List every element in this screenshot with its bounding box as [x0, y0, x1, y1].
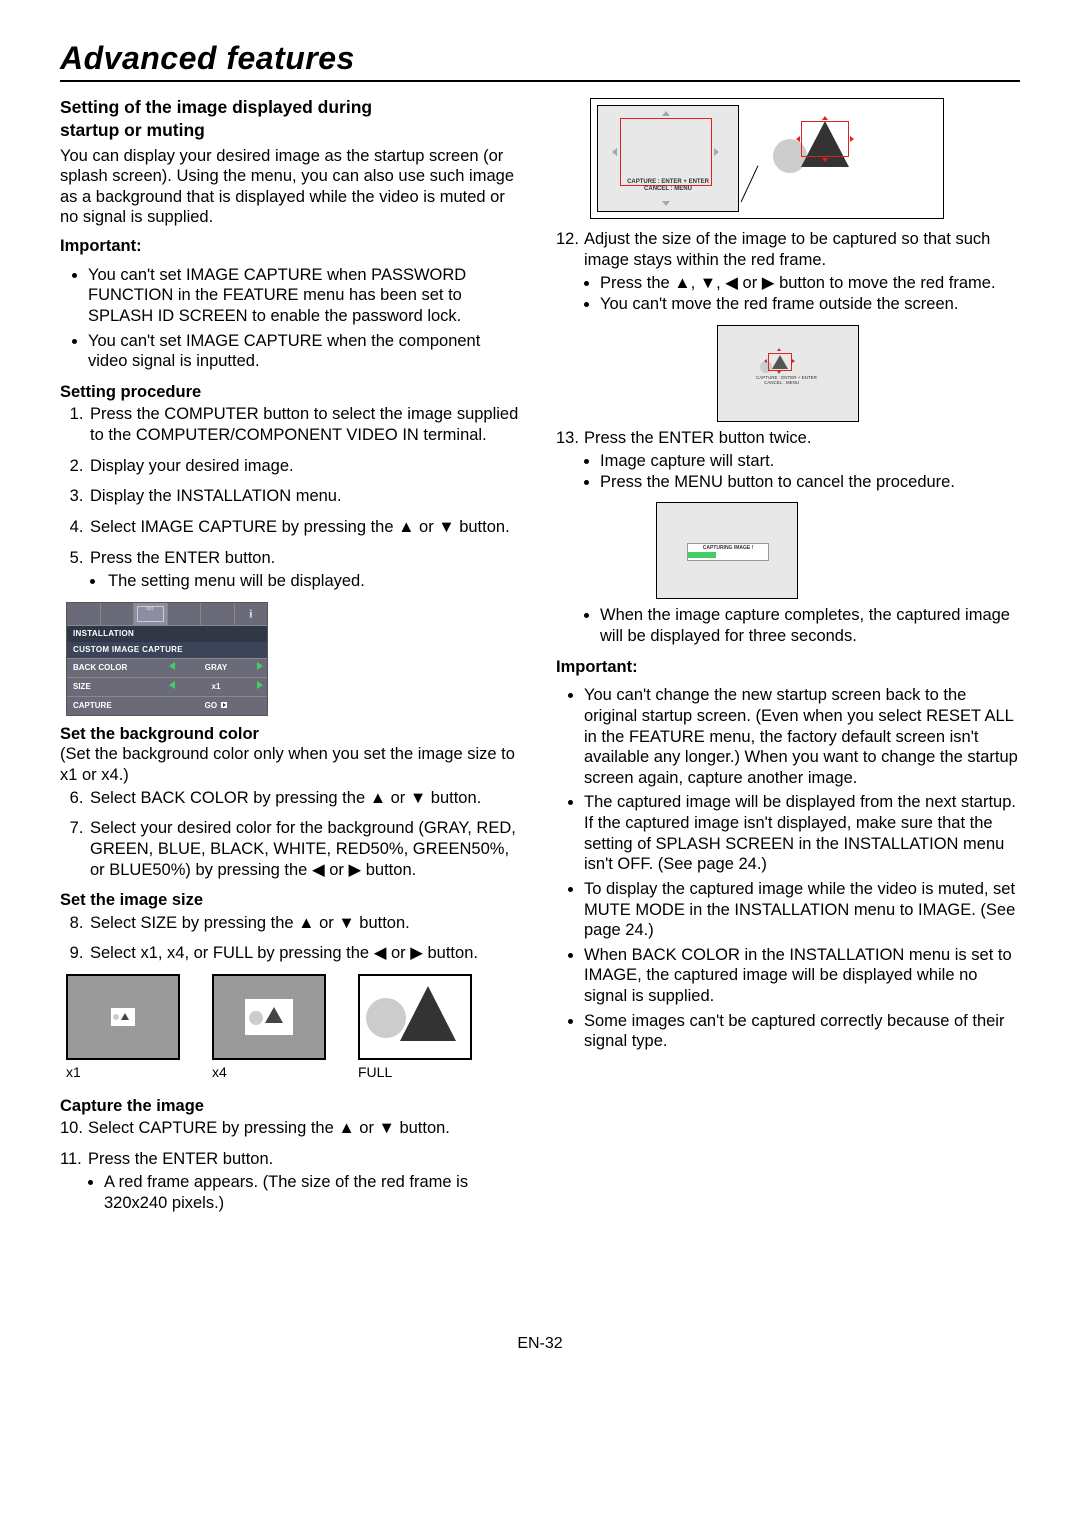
important-label: Important: — [60, 236, 524, 257]
list-item: You can't change the new startup screen … — [584, 685, 1020, 788]
capture-label: Capture the image — [60, 1096, 524, 1117]
list-item: Select your desired color for the backgr… — [88, 818, 524, 880]
list-item: Some images can't be captured correctly … — [584, 1011, 1020, 1052]
list-item: A red frame appears. (The size of the re… — [104, 1172, 524, 1213]
capture-artwork — [771, 111, 901, 206]
list-item: Image capture will start. — [600, 451, 1020, 472]
arrow-down-icon — [662, 201, 670, 206]
page-title: Advanced features — [60, 38, 1020, 78]
menu-row-size: SIZE x1 — [67, 677, 267, 696]
list-item: Press the COMPUTER button to select the … — [88, 404, 524, 445]
menu-icon-row: opt. i — [67, 603, 267, 626]
list-item: The captured image will be displayed fro… — [584, 792, 1020, 875]
size-preview-row: x1 x4 FULL — [66, 974, 524, 1082]
steps-8-9: Select SIZE by pressing the ▲ or ▼ butto… — [60, 913, 524, 964]
set-bg-note: (Set the background color only when you … — [60, 744, 524, 785]
list-item: Press the ▲, ▼, ◀ or ▶ button to move th… — [600, 273, 1020, 294]
list-item: To display the captured image while the … — [584, 879, 1020, 941]
list-item: You can't set IMAGE CAPTURE when the com… — [88, 331, 524, 372]
menu-header: INSTALLATION — [67, 626, 267, 642]
arrow-up-icon — [662, 111, 670, 116]
list-item: When the image capture completes, the ca… — [600, 605, 1020, 646]
menu-icon — [67, 603, 101, 625]
list-item: When BACK COLOR in the INSTALLATION menu… — [584, 945, 1020, 1007]
list-item: Press the MENU button to cancel the proc… — [600, 472, 1020, 493]
left-column: Setting of the image displayed duringsta… — [60, 96, 524, 1224]
arrow-left-icon — [169, 662, 175, 670]
step-12: 12. Adjust the size of the image to be c… — [556, 229, 1020, 315]
title-rule — [60, 80, 1020, 82]
arrow-right-icon — [257, 662, 263, 670]
arrow-left-icon — [612, 148, 617, 156]
list-item: Select IMAGE CAPTURE by pressing the ▲ o… — [88, 517, 524, 538]
steps-10-11: 10.Select CAPTURE by pressing the ▲ or ▼… — [60, 1118, 524, 1214]
arrow-left-icon — [169, 681, 175, 689]
menu-row-capture: CAPTURE GO — [67, 696, 267, 715]
list-item: 12. Adjust the size of the image to be c… — [556, 229, 1020, 315]
list-item: Press the ENTER button. The setting menu… — [88, 548, 524, 592]
steps-6-7: Select BACK COLOR by pressing the ▲ or ▼… — [60, 788, 524, 881]
list-item: 13. Press the ENTER button twice. Image … — [556, 428, 1020, 493]
menu-subheader: CUSTOM IMAGE CAPTURE — [67, 642, 267, 658]
size-figure-x4: x4 — [212, 974, 326, 1082]
step13-after: When the image capture completes, the ca… — [556, 605, 1020, 646]
installation-menu-figure: opt. i INSTALLATION CUSTOM IMAGE CAPTURE… — [66, 602, 268, 716]
list-item: Select BACK COLOR by pressing the ▲ or ▼… — [88, 788, 524, 809]
setting-procedure-label: Setting procedure — [60, 382, 524, 403]
list-item: You can't set IMAGE CAPTURE when PASSWOR… — [88, 265, 524, 327]
list-item: Display your desired image. — [88, 456, 524, 477]
go-icon — [221, 702, 227, 708]
list-item: Select SIZE by pressing the ▲ or ▼ butto… — [88, 913, 524, 934]
size-figure-full: FULL — [358, 974, 472, 1082]
section-heading: Setting of the image displayed duringsta… — [60, 96, 524, 142]
capture-screen: CAPTURE : ENTER + ENTERCANCEL : MENU — [597, 105, 739, 212]
important-list-right: You can't change the new startup screen … — [556, 685, 1020, 1052]
set-size-label: Set the image size — [60, 890, 524, 911]
arrow-right-icon — [714, 148, 719, 156]
menu-icon: i — [235, 603, 268, 625]
capturing-figure: CAPTURING IMAGE ! — [656, 502, 798, 599]
set-bg-label: Set the background color — [60, 724, 524, 745]
important-list: You can't set IMAGE CAPTURE when PASSWOR… — [60, 265, 524, 372]
right-column: CAPTURE : ENTER + ENTERCANCEL : MENU 12.… — [556, 96, 1020, 1224]
menu-icon: opt. — [134, 603, 168, 625]
capture-figure-large: CAPTURE : ENTER + ENTERCANCEL : MENU — [590, 98, 944, 219]
arrow-right-icon — [257, 681, 263, 689]
capture-figure-small: CAPTURE : ENTER + ENTER CANCEL : MENU — [717, 325, 859, 422]
steps-1-5: Press the COMPUTER button to select the … — [60, 404, 524, 591]
important-label: Important: — [556, 657, 1020, 678]
list-item: The setting menu will be displayed. — [106, 571, 524, 592]
list-item: 10.Select CAPTURE by pressing the ▲ or ▼… — [60, 1118, 524, 1139]
list-item: 11. Press the ENTER button. A red frame … — [60, 1149, 524, 1214]
menu-row-backcolor: BACK COLOR GRAY — [67, 658, 267, 677]
size-figure-x1: x1 — [66, 974, 180, 1082]
list-item: Display the INSTALLATION menu. — [88, 486, 524, 507]
intro-paragraph: You can display your desired image as th… — [60, 146, 524, 229]
menu-icon — [168, 603, 202, 625]
list-item: Select x1, x4, or FULL by pressing the ◀… — [88, 943, 524, 964]
list-item: You can't move the red frame outside the… — [600, 294, 1020, 315]
step-13: 13. Press the ENTER button twice. Image … — [556, 428, 1020, 493]
menu-icon — [101, 603, 135, 625]
page-number: EN-32 — [60, 1334, 1020, 1354]
menu-icon — [201, 603, 235, 625]
